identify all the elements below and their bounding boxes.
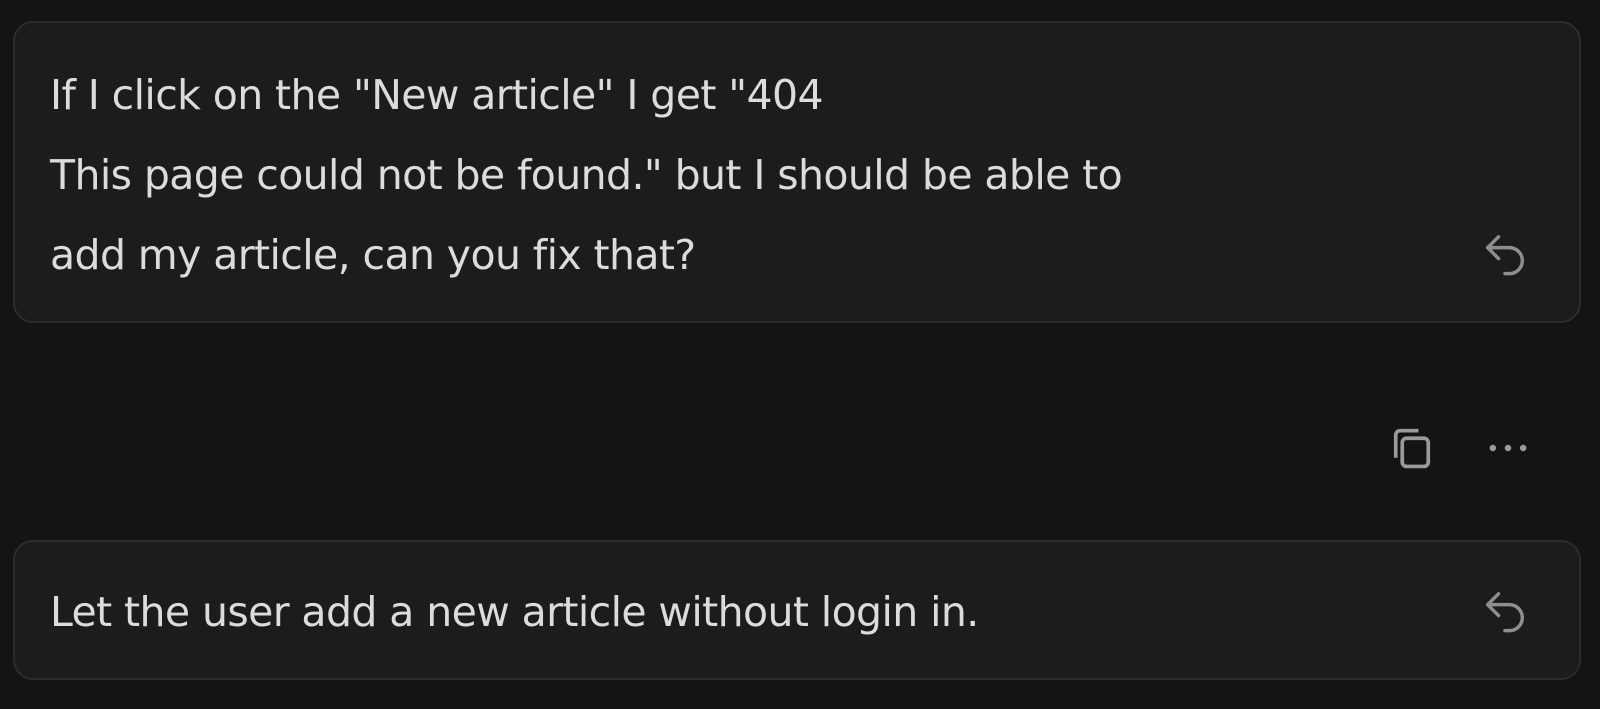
user-message-card[interactable]: Let the user add a new article without l… bbox=[13, 540, 1581, 680]
user-message-card[interactable]: If I click on the "New article" I get "4… bbox=[13, 21, 1581, 323]
message-text: Let the user add a new article without l… bbox=[50, 588, 979, 636]
reply-icon[interactable] bbox=[1479, 226, 1531, 278]
chat-panel: If I click on the "New article" I get "4… bbox=[0, 0, 1600, 709]
message-action-bar bbox=[1386, 422, 1534, 474]
message-text: If I click on the "New article" I get "4… bbox=[50, 71, 1123, 279]
reply-icon[interactable] bbox=[1479, 583, 1531, 635]
copy-icon[interactable] bbox=[1386, 422, 1438, 474]
more-options-icon[interactable] bbox=[1482, 422, 1534, 474]
